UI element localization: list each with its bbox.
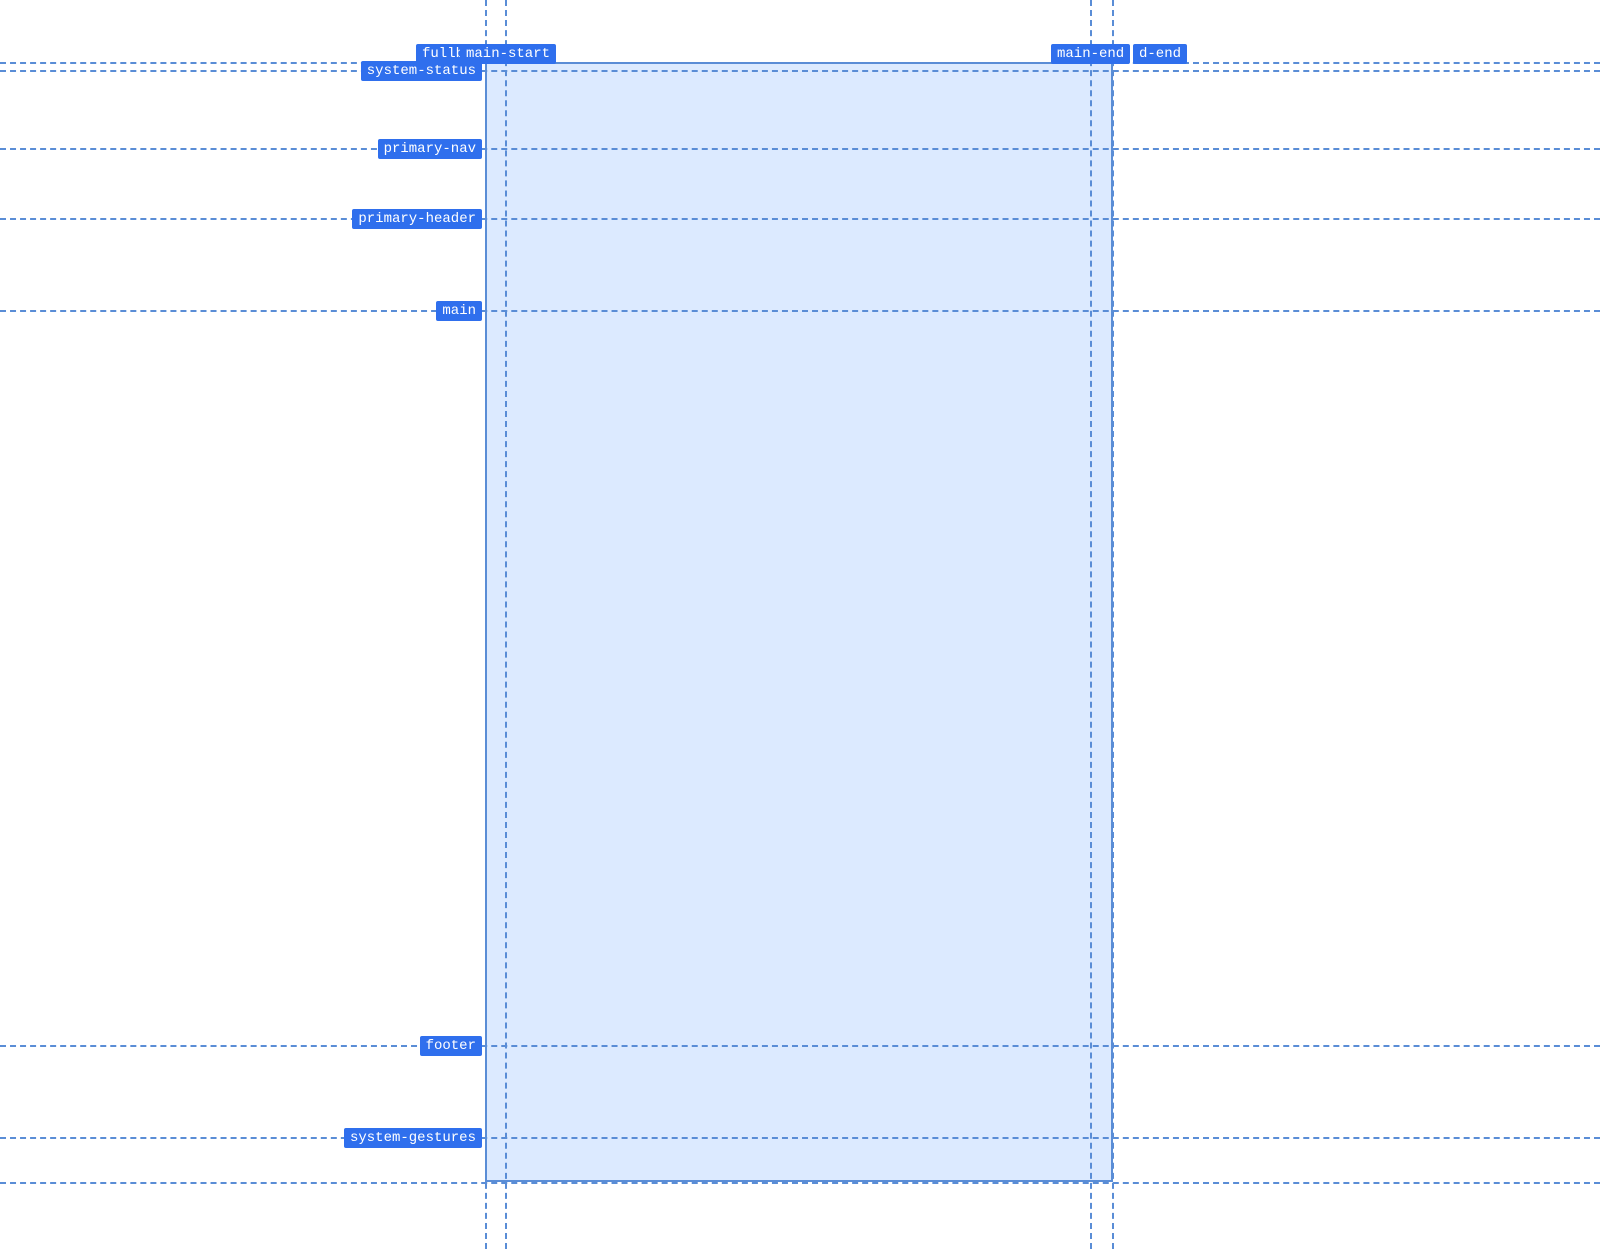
- row-label-main: main: [436, 301, 482, 321]
- row-label-footer: footer: [420, 1036, 482, 1056]
- row-line-top: [0, 62, 1600, 64]
- row-line-footer: [0, 1045, 1600, 1047]
- column-label-fullbleed-end-fragment: d-end: [1133, 44, 1187, 64]
- row-line-bottom: [0, 1182, 1600, 1184]
- column-line-fullbleed-start: [485, 0, 487, 1249]
- row-line-primary-header: [0, 218, 1600, 220]
- column-line-fullbleed-end: [1112, 0, 1114, 1249]
- row-label-primary-header: primary-header: [352, 209, 482, 229]
- column-label-main-end: main-end: [1051, 44, 1130, 64]
- column-line-main-end: [1090, 0, 1092, 1249]
- row-line-primary-nav: [0, 148, 1600, 150]
- row-label-system-status: system-status: [361, 61, 482, 81]
- row-line-system-gestures: [0, 1137, 1600, 1139]
- row-label-primary-nav: primary-nav: [378, 139, 482, 159]
- grid-diagram-canvas: fullb d-end main-start main-end system-s…: [0, 0, 1600, 1249]
- row-line-main: [0, 310, 1600, 312]
- column-line-main-start: [505, 0, 507, 1249]
- row-label-system-gestures: system-gestures: [344, 1128, 482, 1148]
- grid-content-area: [485, 62, 1113, 1182]
- row-line-system-status: [0, 70, 1600, 72]
